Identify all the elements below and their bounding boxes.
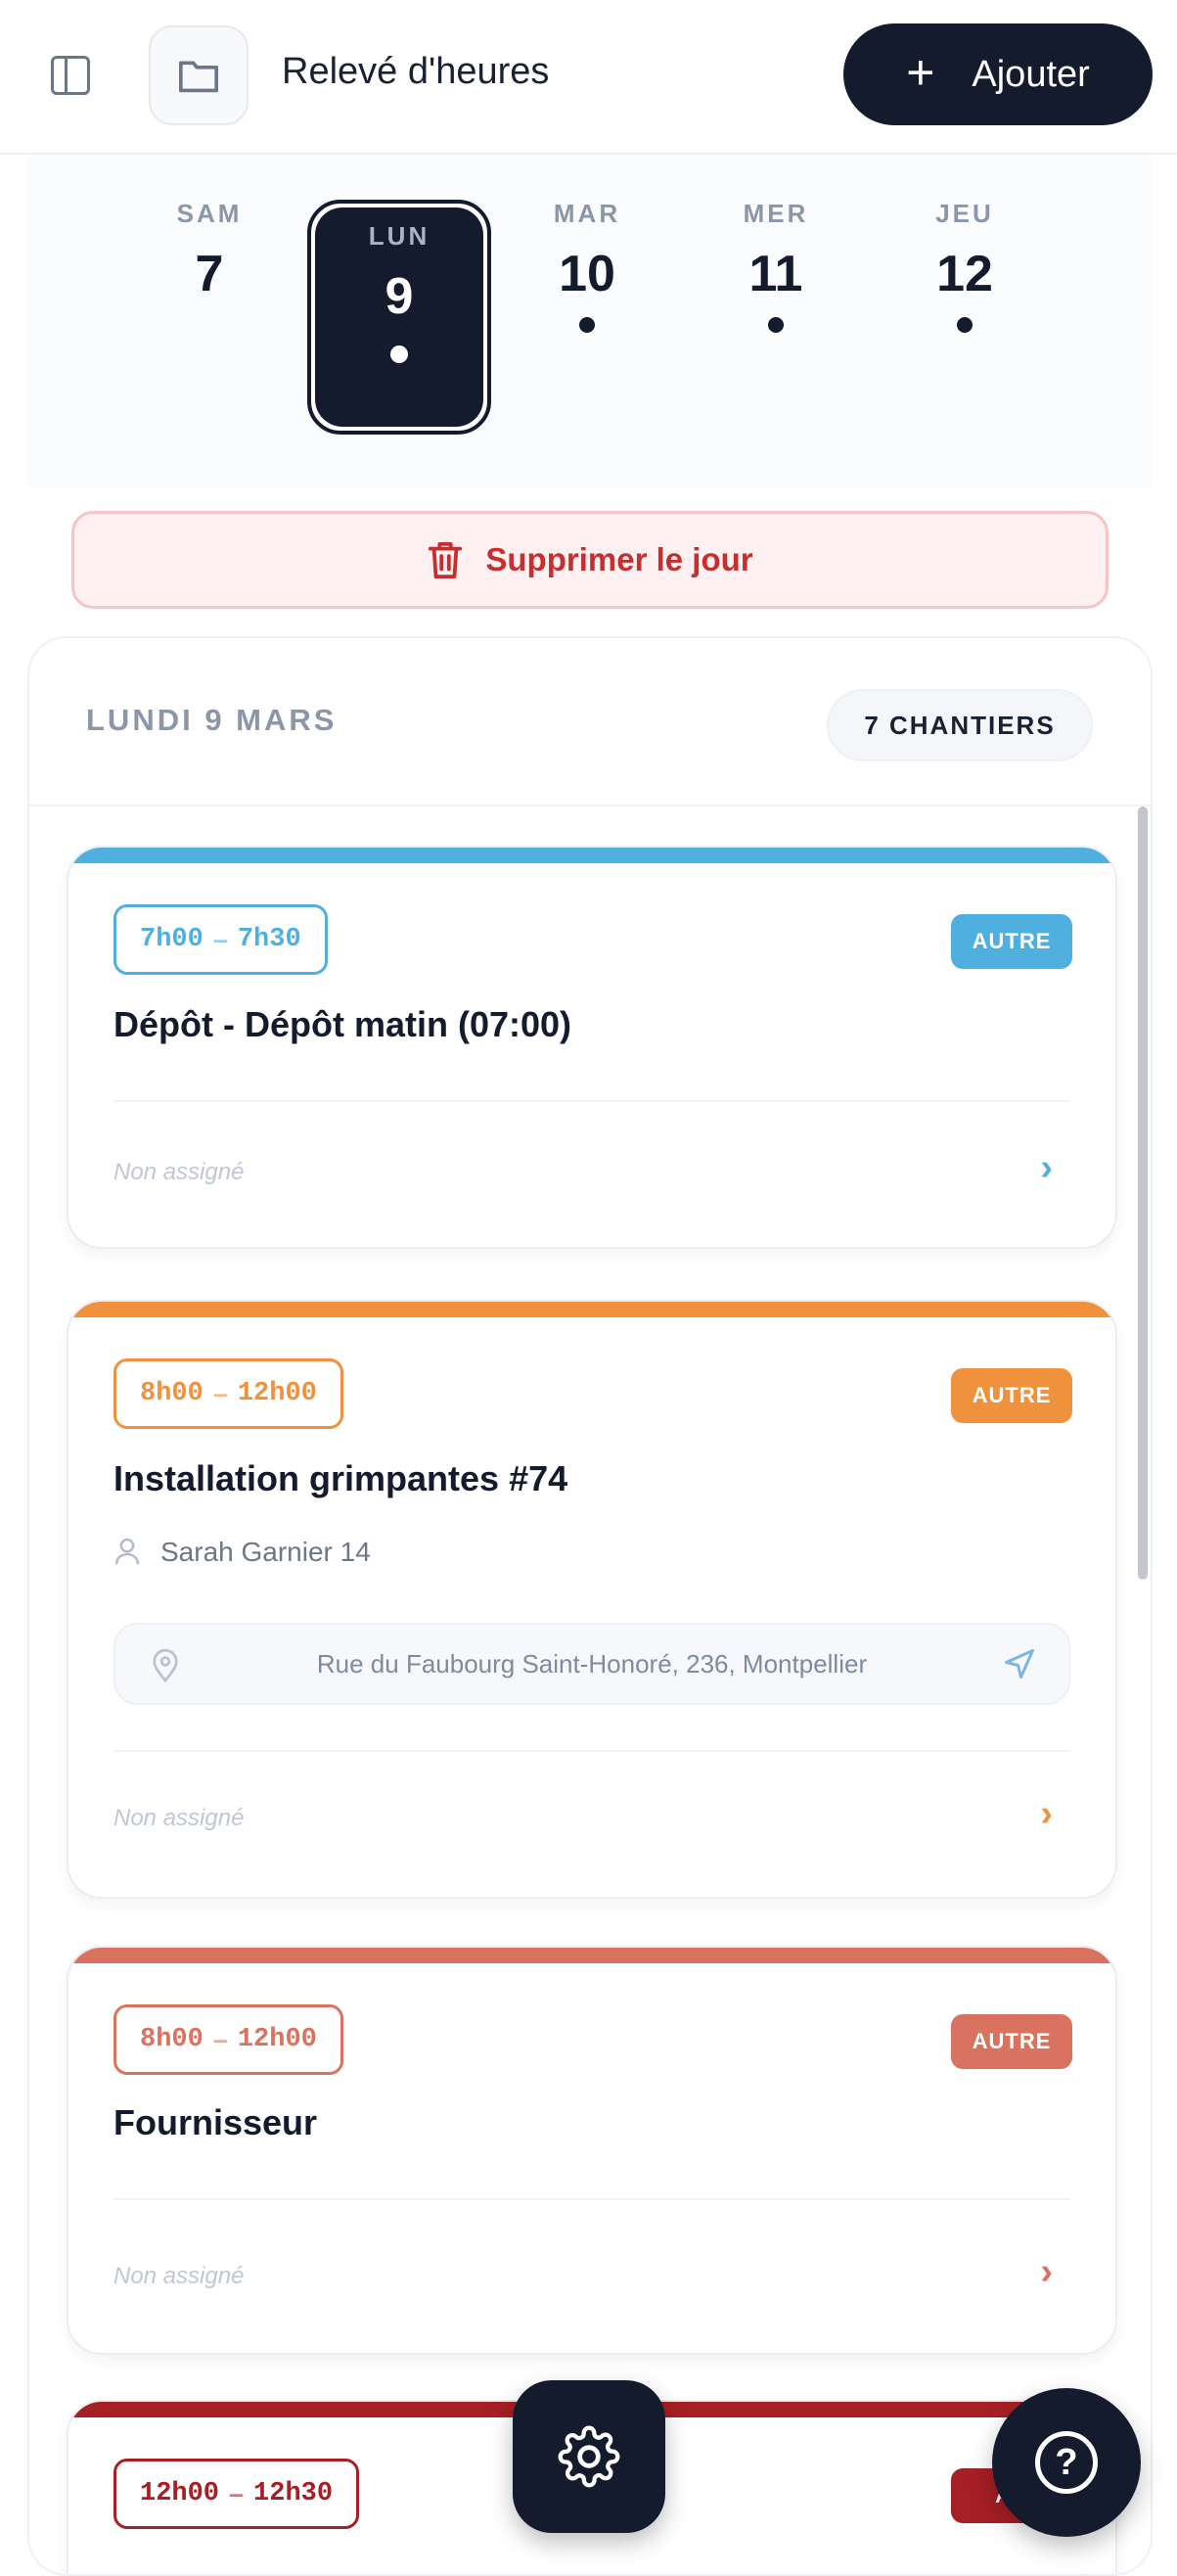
help-button[interactable]: ? <box>992 2388 1141 2537</box>
page-title: Relevé d'heures <box>282 51 550 92</box>
has-events-dot <box>390 345 408 363</box>
plus-icon: + <box>906 45 935 100</box>
time-chip: 7h00–7h30 <box>113 904 328 975</box>
day-number: 6 <box>27 247 86 301</box>
day-item-sam-7[interactable]: SAM 7 <box>121 194 297 331</box>
time-start: 12h00 <box>140 2479 220 2508</box>
folder-button[interactable] <box>149 25 249 125</box>
gear-icon <box>558 2425 620 2488</box>
chevron-right-icon[interactable]: › <box>1040 1147 1053 1189</box>
day-number: 11 <box>748 246 803 302</box>
day-panel: LUNDI 9 MARS 7 CHANTIERS 7h00–7h30 AUTRE… <box>27 636 1153 2576</box>
day-of-week: LUN <box>368 221 430 251</box>
day-of-week: MAR <box>553 199 621 228</box>
time-start: 7h00 <box>140 925 204 954</box>
day-of-week: MER <box>743 199 809 228</box>
time-chip: 8h00–12h00 <box>113 1358 343 1429</box>
time-start: 8h00 <box>140 1379 204 1408</box>
day-item-mar-10[interactable]: MAR 10 <box>499 194 675 333</box>
time-separator: – <box>229 2478 245 2508</box>
address-row[interactable]: Rue du Faubourg Saint-Honoré, 236, Montp… <box>113 1623 1070 1705</box>
add-button-label: Ajouter <box>972 53 1090 95</box>
time-separator: – <box>212 2024 228 2054</box>
day-panel-header: LUNDI 9 MARS 7 CHANTIERS <box>29 638 1151 806</box>
time-separator: – <box>212 924 228 954</box>
type-badge: AUTRE <box>951 914 1072 969</box>
card-color-bar <box>68 848 1115 863</box>
has-events-dot <box>768 317 784 333</box>
job-card[interactable]: 8h00–12h00 AUTRE Installation grimpantes… <box>67 1300 1117 1899</box>
day-item[interactable]: V 1 <box>1096 194 1153 331</box>
card-title: Installation grimpantes #74 <box>113 1458 568 1498</box>
divider <box>113 1750 1070 1752</box>
assignee-status: Non assigné <box>113 1805 245 1831</box>
divider <box>113 2198 1070 2200</box>
job-card[interactable]: 8h00–12h00 AUTRE Fournisseur Non assigné… <box>67 1946 1117 2355</box>
day-selector: N 6 SAM 7 LUN 9 MAR 10 MER 11 JEU 12 V 1 <box>27 155 1153 487</box>
day-number: 12 <box>936 246 993 302</box>
address-text: Rue du Faubourg Saint-Honoré, 236, Montp… <box>316 1648 868 1679</box>
delete-day-label: Supprimer le jour <box>485 541 753 577</box>
chevron-right-icon[interactable]: › <box>1040 2251 1053 2293</box>
day-of-week: JEU <box>935 199 994 228</box>
job-card[interactable]: 7h00–7h30 AUTRE Dépôt - Dépôt matin (07:… <box>67 846 1117 1249</box>
day-number: 10 <box>559 246 615 302</box>
day-item[interactable]: N 6 <box>27 194 86 331</box>
type-badge: AUTRE <box>951 1368 1072 1423</box>
time-end: 12h00 <box>237 1379 317 1408</box>
top-bar: Relevé d'heures + Ajouter <box>0 0 1177 155</box>
question-circle-icon: ? <box>1035 2431 1098 2494</box>
settings-button[interactable] <box>513 2380 665 2533</box>
time-end: 12h00 <box>237 2025 317 2054</box>
day-item-lun-9-selected[interactable]: LUN 9 <box>307 200 491 435</box>
day-number: 1 <box>1096 247 1153 301</box>
has-events-dot <box>957 317 973 333</box>
chevron-right-icon[interactable]: › <box>1040 1793 1053 1835</box>
client-row: Sarah Garnier 14 <box>113 1537 371 1568</box>
card-title: Fournisseur <box>113 2102 318 2142</box>
person-icon <box>114 1538 140 1565</box>
time-separator: – <box>212 1378 228 1408</box>
divider <box>113 1100 1070 1102</box>
trash-icon <box>429 541 463 578</box>
day-item-mer-11[interactable]: MER 11 <box>688 194 864 333</box>
day-of-week: SAM <box>176 199 243 228</box>
add-button[interactable]: + Ajouter <box>843 23 1153 125</box>
client-name: Sarah Garnier 14 <box>160 1537 371 1567</box>
chantiers-count-badge: 7 CHANTIERS <box>827 689 1093 761</box>
sidebar-toggle-icon[interactable] <box>51 56 90 95</box>
has-events-dot <box>579 317 595 333</box>
time-chip: 8h00–12h00 <box>113 2004 343 2075</box>
day-item-jeu-12[interactable]: JEU 12 <box>877 194 1053 333</box>
day-of-week: V <box>1096 194 1153 233</box>
card-title: Dépôt - Dépôt matin (07:00) <box>113 1004 572 1044</box>
day-number: 7 <box>195 246 224 302</box>
scrollbar[interactable] <box>1138 806 1148 1580</box>
card-color-bar <box>68 1302 1115 1317</box>
folder-icon <box>179 61 218 93</box>
panel-date: LUNDI 9 MARS <box>86 703 338 737</box>
map-pin-icon <box>153 1648 178 1683</box>
assignee-status: Non assigné <box>113 2263 245 2289</box>
time-end: 7h30 <box>237 925 301 954</box>
navigate-icon[interactable] <box>1002 1646 1037 1681</box>
assignee-status: Non assigné <box>113 1159 245 1185</box>
day-number: 9 <box>385 268 414 325</box>
delete-day-button[interactable]: Supprimer le jour <box>71 511 1109 609</box>
time-chip: 12h00–12h30 <box>113 2459 360 2529</box>
day-of-week: N <box>27 194 86 233</box>
time-start: 8h00 <box>140 2025 204 2054</box>
time-end: 12h30 <box>253 2479 334 2508</box>
card-color-bar <box>68 1948 1115 1963</box>
type-badge: AUTRE <box>951 2014 1072 2069</box>
